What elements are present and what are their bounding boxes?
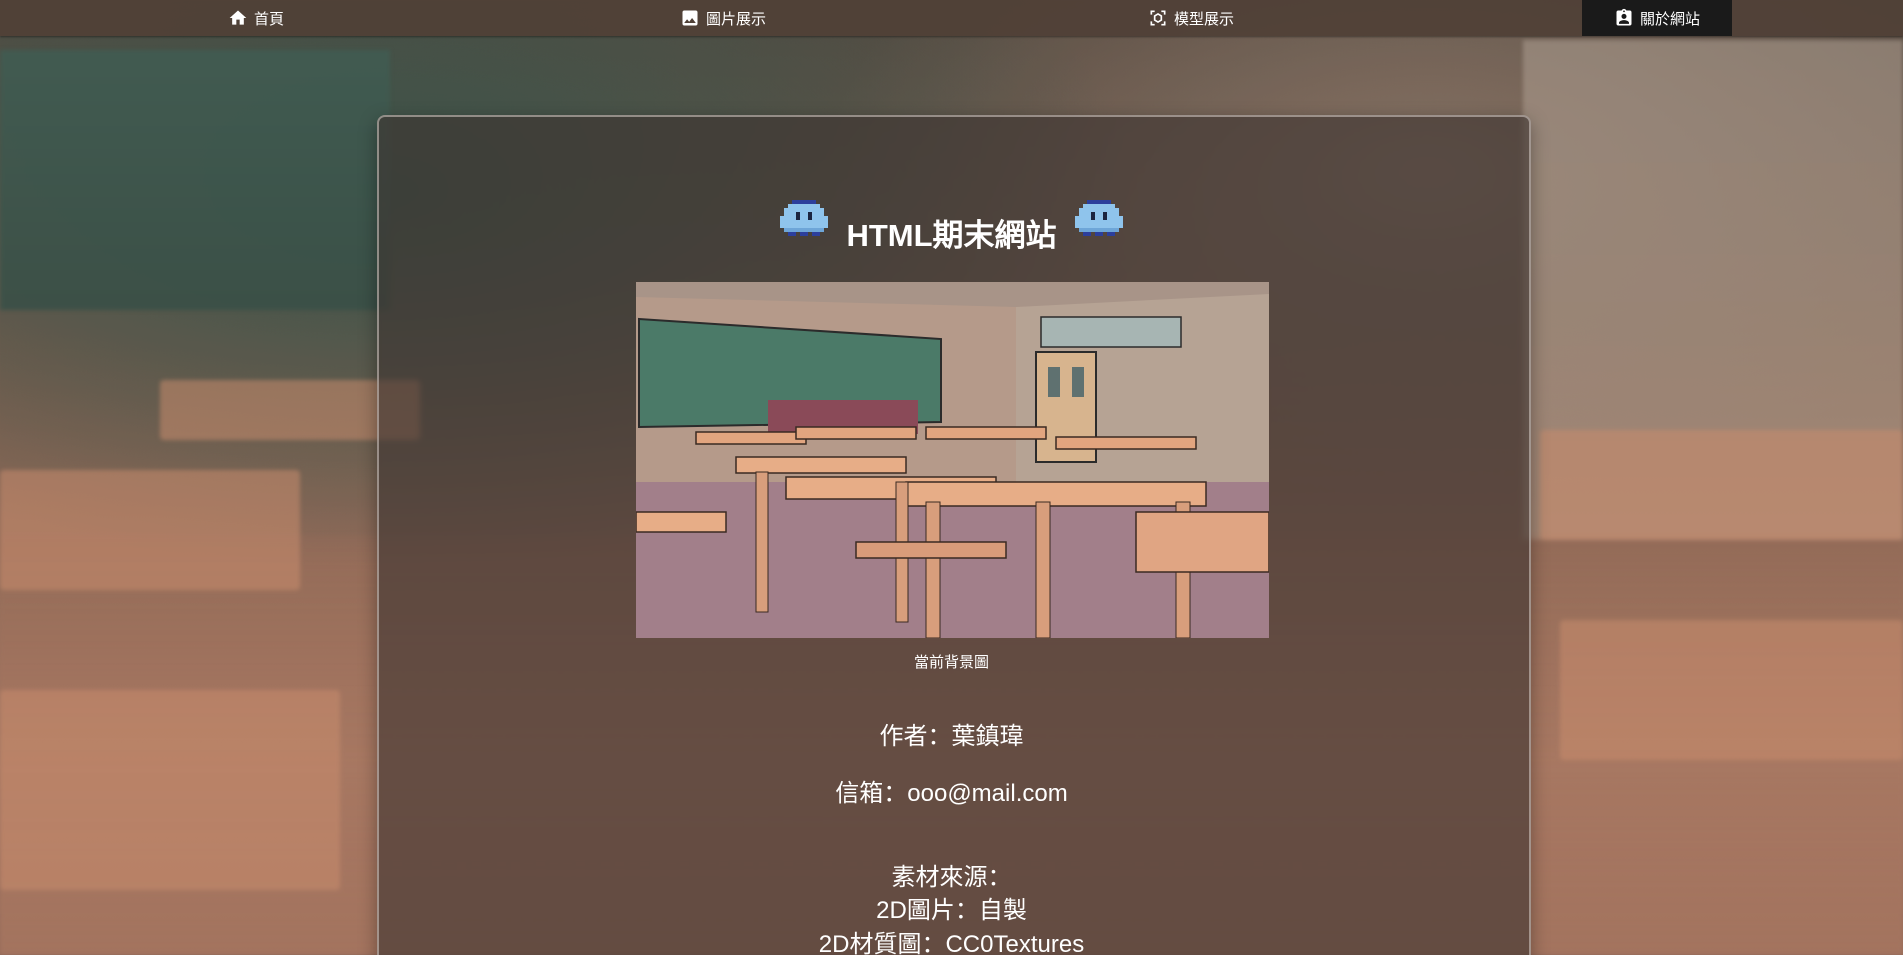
author-text: 作者：葉鎮瑋 (879, 723, 1024, 750)
source-2d-texture: 2D材質圖：CC0Textures (818, 931, 1085, 955)
preview-caption: 當前背景圖 (913, 654, 989, 671)
background-desk (1540, 430, 1903, 540)
nav-item-label: 首頁 (254, 10, 285, 28)
image-icon (680, 8, 700, 28)
current-background-preview (636, 282, 1269, 638)
source-2d-image: 2D圖片：自製 (876, 897, 1027, 924)
pixel-ghost-icon (780, 199, 829, 236)
contact-card-icon (1614, 8, 1634, 28)
background-desk (0, 470, 300, 590)
title-row: HTML期末網站 (0, 184, 1903, 255)
sources-heading: 素材來源： (891, 864, 1012, 891)
pixel-ghost-icon (1074, 199, 1123, 236)
email-text: 信箱：ooo@mail.com (835, 780, 1068, 807)
nav-item-label: 關於網站 (1640, 10, 1701, 28)
nav-item-label: 模型展示 (1174, 10, 1235, 28)
nav-item-models[interactable]: 模型展示 (1148, 0, 1234, 36)
nav-item-home[interactable]: 首頁 (228, 0, 284, 36)
page-title: HTML期末網站 (846, 218, 1057, 253)
nav-item-gallery[interactable]: 圖片展示 (680, 0, 766, 36)
background-blackboard (0, 50, 390, 310)
home-icon (228, 8, 248, 28)
top-navbar: 首頁 圖片展示 模型展示 關於網站 (0, 0, 1903, 36)
nav-item-label: 圖片展示 (706, 10, 767, 28)
nav-item-about[interactable]: 關於網站 (1582, 0, 1733, 36)
model-view-icon (1148, 8, 1168, 28)
